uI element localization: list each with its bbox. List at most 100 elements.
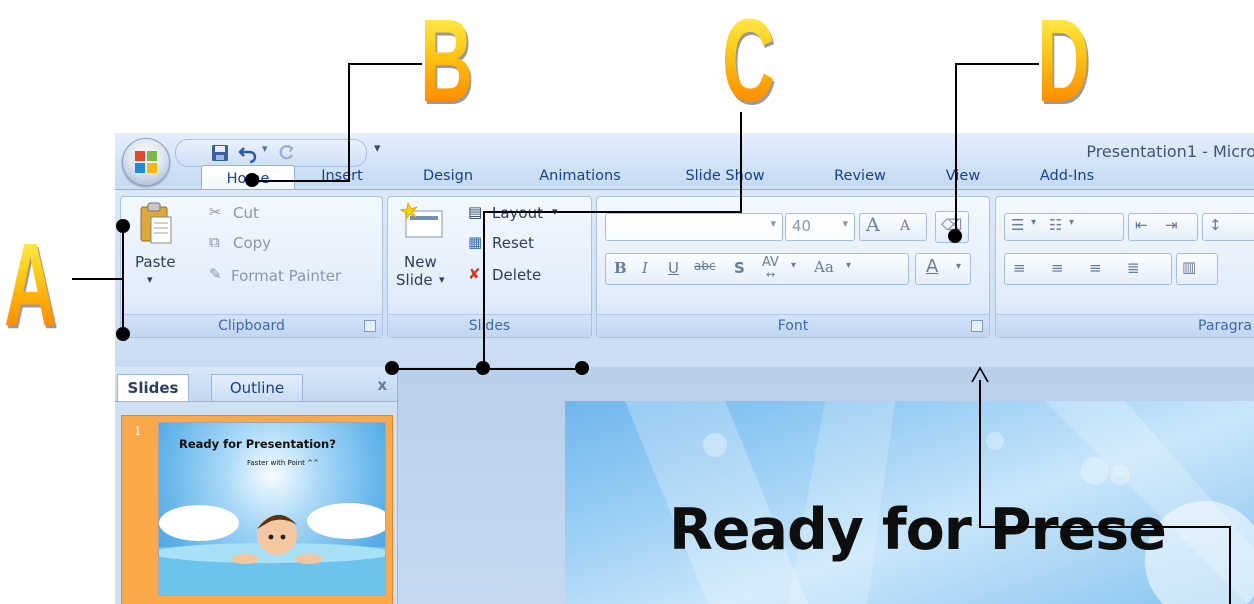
cut-label: Cut <box>233 204 259 222</box>
bold-button[interactable]: B <box>614 259 627 277</box>
layout-button[interactable]: ▤ Layout ▾ <box>468 203 588 229</box>
brush-icon: ✎ <box>209 265 222 283</box>
callout-c-dot-mid <box>476 361 490 375</box>
redo-icon[interactable] <box>276 143 296 163</box>
layout-label: Layout <box>492 204 543 222</box>
ribbon: Paste ▾ ✂ Cut ⧉ Copy ✎ Format Painter Cl… <box>115 189 1254 368</box>
tab-outline[interactable]: Outline <box>211 374 303 401</box>
tab-view[interactable]: View <box>935 163 991 189</box>
new-slide-button[interactable]: New Slide ▾ <box>394 201 452 307</box>
bullets-icon[interactable]: ☰ <box>1011 216 1024 234</box>
slides-pane: Slides Outline x 1 Ready for Presentatio… <box>115 367 398 604</box>
callout-c-line-v2 <box>483 211 485 369</box>
callout-a-dot-bottom <box>116 327 130 341</box>
paste-label: Paste <box>135 253 176 271</box>
clipboard-group: Paste ▾ ✂ Cut ⧉ Copy ✎ Format Painter Cl… <box>120 196 383 338</box>
callout-b-dot <box>245 173 259 187</box>
callout-letter-b: B <box>420 0 473 127</box>
callout-d-line-v <box>955 63 957 235</box>
scissors-icon: ✂ <box>209 203 222 221</box>
reset-button[interactable]: ▦ Reset <box>468 233 588 259</box>
tab-animations[interactable]: Animations <box>525 163 635 189</box>
callout-arrowhead-icon <box>971 366 989 383</box>
font-dialog-launcher[interactable] <box>971 320 983 332</box>
cut-button[interactable]: ✂ Cut <box>209 201 379 227</box>
callout-b-line-h <box>348 63 422 65</box>
title-bar: ▾ ▾ Presentation1 - Micro Home Insert De… <box>115 133 1254 192</box>
callout-c-dot-right <box>575 361 589 375</box>
thumb-title: Ready for Presentation? <box>179 437 336 451</box>
callout-letter-c: C <box>722 0 775 127</box>
align-right-icon[interactable]: ≡ <box>1089 259 1102 277</box>
increase-indent-icon[interactable]: ⇥ <box>1165 216 1178 234</box>
powerpoint-window: ▾ ▾ Presentation1 - Micro Home Insert De… <box>115 133 1254 604</box>
new-slide-icon <box>400 201 443 238</box>
pane-close-icon[interactable]: x <box>377 376 387 394</box>
numbering-dropdown-icon[interactable]: ▾ <box>1069 217 1074 228</box>
shrink-font-button[interactable]: A <box>900 218 910 234</box>
align-center-icon[interactable]: ≡ <box>1051 259 1064 277</box>
bullets-dropdown-icon[interactable]: ▾ <box>1031 217 1036 228</box>
layout-icon: ▤ <box>468 203 483 221</box>
font-name-box[interactable]: ▾ <box>605 213 783 241</box>
undo-icon[interactable] <box>238 143 258 163</box>
undo-dropdown-icon[interactable]: ▾ <box>262 142 268 155</box>
callout-font-arrow-v <box>1229 526 1231 604</box>
delete-icon: ✘ <box>468 265 481 283</box>
paragraph-group-label-text: Paragra <box>1198 318 1252 334</box>
font-group-label: Font <box>597 314 989 337</box>
strikethrough-button[interactable]: abc <box>694 259 716 273</box>
text-shadow-button[interactable]: S <box>734 259 745 277</box>
window-title: Presentation1 - Micro <box>1086 142 1254 161</box>
decrease-indent-icon[interactable]: ⇤ <box>1135 216 1148 234</box>
reset-icon: ▦ <box>468 233 483 251</box>
line-spacing-icon: ↕ <box>1209 216 1222 234</box>
paste-button[interactable]: Paste ▾ <box>129 201 181 297</box>
font-group: ▾ 40 ▾ A A ⌫ B I U abc S AV ↔ ▾ Aa ▾ A ▾… <box>596 196 990 338</box>
line-spacing-button[interactable]: ↕ <box>1202 213 1254 241</box>
font-size-dropdown-icon: ▾ <box>842 217 848 230</box>
slides-group: New Slide ▾ ▤ Layout ▾ ▦ Reset ✘ Delete … <box>387 196 592 338</box>
new-slide-label-2: Slide <box>396 271 433 289</box>
new-slide-label-1: New <box>404 253 437 271</box>
paste-icon <box>140 202 172 244</box>
delete-label: Delete <box>492 266 542 284</box>
align-left-icon[interactable]: ≡ <box>1013 259 1026 277</box>
format-painter-button[interactable]: ✎ Format Painter <box>209 263 379 289</box>
tab-design[interactable]: Design <box>413 163 483 189</box>
font-color-button[interactable]: A ▾ <box>915 253 971 285</box>
indent-buttons: ⇤ ⇥ <box>1128 213 1198 241</box>
slide-thumbnail[interactable]: Ready for Presentation? Faster with Poin… <box>158 422 386 596</box>
tab-insert[interactable]: Insert <box>311 163 373 189</box>
change-case-button[interactable]: Aa <box>814 258 834 276</box>
tab-review[interactable]: Review <box>825 163 895 189</box>
grow-font-button[interactable]: A <box>866 214 880 236</box>
columns-button[interactable]: ▥ <box>1176 253 1218 285</box>
numbering-icon[interactable]: ☷ <box>1049 216 1062 234</box>
underline-button[interactable]: U <box>668 259 679 277</box>
save-icon[interactable] <box>210 143 230 163</box>
font-format-buttons: B I U abc S AV ↔ ▾ Aa ▾ <box>605 253 909 285</box>
tab-slide-show[interactable]: Slide Show <box>675 163 775 189</box>
list-buttons: ☰ ▾ ☷ ▾ <box>1004 213 1124 241</box>
callout-a-bracket <box>122 226 124 336</box>
justify-icon[interactable]: ≣ <box>1127 259 1140 277</box>
clipboard-dialog-launcher[interactable] <box>364 320 376 332</box>
copy-button[interactable]: ⧉ Copy <box>209 231 379 257</box>
tab-add-ins[interactable]: Add-Ins <box>1031 163 1103 189</box>
grow-shrink-font-buttons: A A <box>859 213 927 241</box>
customize-toolbar-icon[interactable]: ▾ <box>374 141 381 156</box>
thumb-illustration <box>159 503 385 595</box>
copy-icon: ⧉ <box>209 233 220 251</box>
callout-a-line <box>72 278 124 280</box>
font-size-box[interactable]: 40 ▾ <box>785 213 855 241</box>
font-size-value: 40 <box>792 217 812 235</box>
tab-slides[interactable]: Slides <box>117 374 189 401</box>
delete-button[interactable]: ✘ Delete <box>468 265 588 291</box>
slide-title[interactable]: Ready for Prese <box>669 497 1167 563</box>
font-color-label: A <box>926 256 939 277</box>
italic-button[interactable]: I <box>642 259 648 277</box>
slide-canvas[interactable]: Ready for Prese <box>565 401 1254 604</box>
slide-thumbnail-frame[interactable]: 1 Ready for Presentation? Faster with Po… <box>121 415 393 604</box>
callout-c-line-h <box>483 211 742 213</box>
